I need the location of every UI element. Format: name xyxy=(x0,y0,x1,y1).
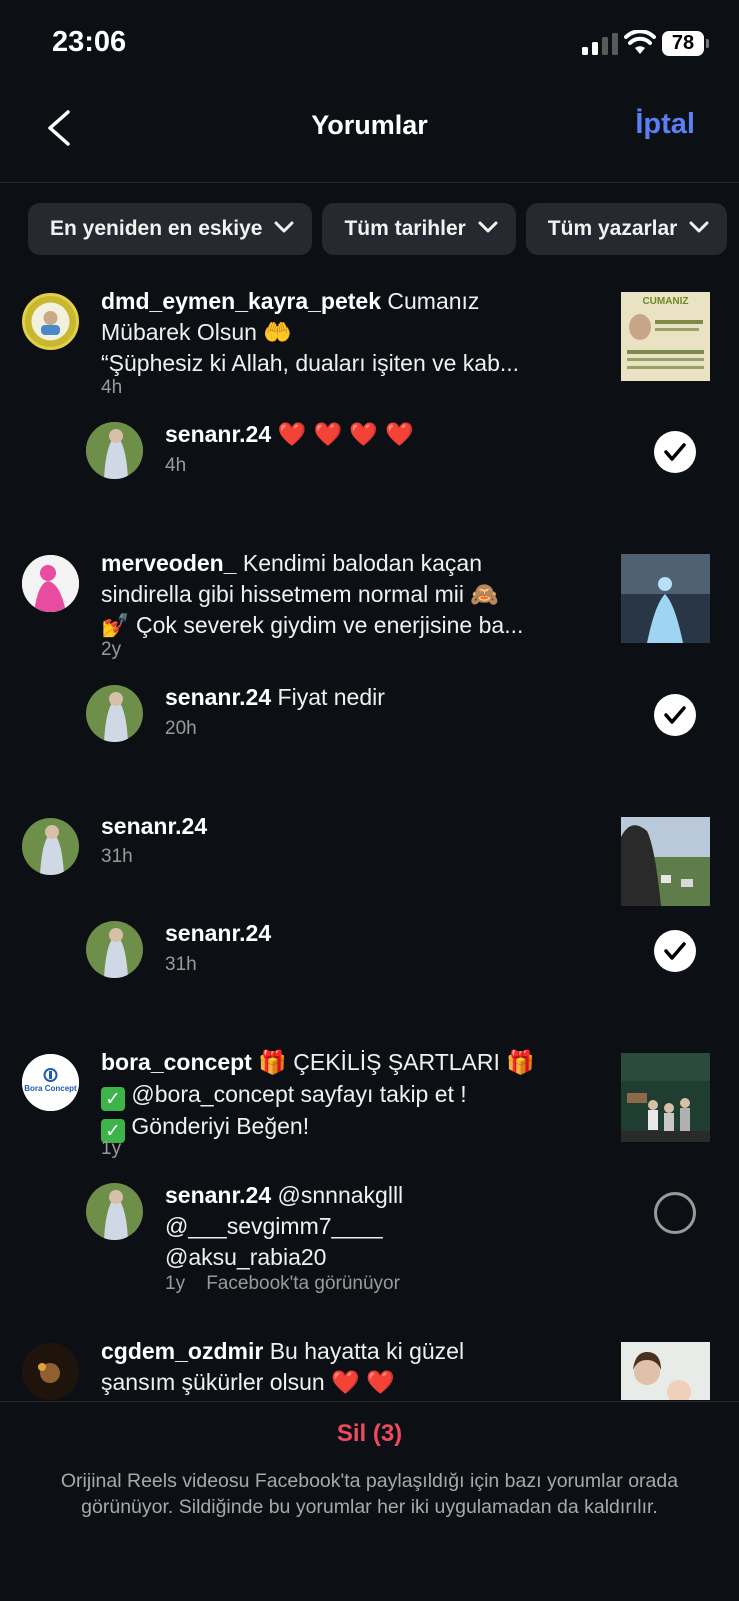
post-thumbnail[interactable] xyxy=(621,1053,710,1142)
reply-username[interactable]: senanr.24 xyxy=(165,1182,271,1208)
comment-text: cgdem_ozdmir Bu hayatta ki güzel şansım … xyxy=(101,1338,465,1395)
selected-checkbox[interactable] xyxy=(654,694,696,736)
reply-time: 4h xyxy=(165,455,187,476)
battery-icon: 78 xyxy=(662,31,710,56)
reply-time: 31h xyxy=(165,954,197,975)
footer-note: Orijinal Reels videosu Facebook'ta payla… xyxy=(60,1470,679,1518)
reply-username[interactable]: senanr.24 xyxy=(165,421,271,447)
date-filter-chip[interactable]: Tüm tarihler xyxy=(322,203,516,255)
comment-time: 2y xyxy=(101,639,122,660)
signal-icon xyxy=(582,33,618,55)
comment-text: merveoden_ Kendimi balodan kaçan sindire… xyxy=(101,550,524,638)
comment-time: 4h xyxy=(101,377,123,398)
page-title: Yorumlar xyxy=(311,110,428,140)
avatar[interactable] xyxy=(22,293,79,350)
bottom-action-bar: Sil (3) Orijinal Reels videosu Facebook'… xyxy=(0,1401,739,1601)
reply-text: senanr.24 ❤️ ❤️ ❤️ ❤️ xyxy=(165,421,415,448)
reply-time: 20h xyxy=(165,718,197,739)
comment-username[interactable]: cgdem_ozdmir xyxy=(101,1338,263,1364)
post-thumbnail[interactable] xyxy=(621,817,710,906)
battery-level: 78 xyxy=(662,31,704,56)
status-time: 23:06 xyxy=(52,26,127,58)
comment-time: 31h xyxy=(101,846,133,867)
avatar[interactable] xyxy=(22,555,79,612)
reply-text: senanr.24 @snnnakglll @___sevgimm7____ @… xyxy=(165,1182,404,1270)
avatar[interactable] xyxy=(22,1343,79,1400)
selected-checkbox[interactable] xyxy=(654,431,696,473)
chevron-down-icon xyxy=(274,221,294,233)
author-filter-chip[interactable]: Tüm yazarlar xyxy=(525,203,728,255)
unselected-checkbox[interactable] xyxy=(654,1192,696,1234)
post-thumbnail[interactable] xyxy=(621,1342,710,1400)
comment-text: senanr.24 xyxy=(101,811,581,842)
comment-text: bora_concept 🎁 ÇEKİLİŞ ŞARTLARI 🎁 ✓ @bor… xyxy=(101,1049,535,1143)
comment-text: dmd_eymen_kayra_petek Cumanız Mübarek Ol… xyxy=(101,288,520,376)
wifi-icon xyxy=(624,30,656,54)
avatar-logo-text: Bora Concept xyxy=(24,1084,77,1093)
comment-time: 1y xyxy=(101,1138,122,1159)
status-bar: 23:06 78 xyxy=(0,0,739,90)
comment-username[interactable]: merveoden_ xyxy=(101,550,237,576)
post-thumbnail[interactable]: CUMANIZ xyxy=(621,292,710,381)
delete-button[interactable]: Sil (3) xyxy=(0,1420,739,1448)
chip-label: En yeniden en eskiye xyxy=(50,217,263,240)
post-thumbnail[interactable] xyxy=(621,554,710,643)
reply-text: senanr.24 xyxy=(165,918,625,949)
avatar xyxy=(86,921,143,978)
gift-icon: 🎁 xyxy=(258,1050,287,1076)
avatar xyxy=(86,1183,143,1240)
sort-filter-chip[interactable]: En yeniden en eskiye xyxy=(28,203,313,255)
avatar[interactable]: Bora Concept xyxy=(22,1054,79,1111)
gift-icon: 🎁 xyxy=(506,1050,535,1076)
comment-username[interactable]: senanr.24 xyxy=(101,813,207,839)
reply-username[interactable]: senanr.24 xyxy=(165,684,271,710)
facebook-visibility-note: Facebook'ta görünüyor xyxy=(206,1273,400,1294)
avatar[interactable] xyxy=(22,818,79,875)
filter-bar: En yeniden en eskiye Tüm tarihler Tüm ya… xyxy=(28,203,739,257)
chevron-down-icon xyxy=(478,221,498,233)
chip-label: Tüm tarihler xyxy=(344,217,466,240)
avatar xyxy=(86,422,143,479)
comment-username[interactable]: dmd_eymen_kayra_petek xyxy=(101,288,381,314)
reply-text: senanr.24 Fiyat nedir xyxy=(165,684,385,710)
chevron-down-icon xyxy=(689,221,709,233)
comment-list[interactable]: dmd_eymen_kayra_petek Cumanız Mübarek Ol… xyxy=(0,285,739,1400)
selected-checkbox[interactable] xyxy=(654,930,696,972)
reply-time: 1y Facebook'ta görünüyor xyxy=(165,1273,400,1294)
reply-username[interactable]: senanr.24 xyxy=(165,920,271,946)
cancel-button[interactable]: İptal xyxy=(635,108,695,141)
comment-username[interactable]: bora_concept xyxy=(101,1049,252,1075)
avatar xyxy=(86,685,143,742)
check-mark-icon: ✓ xyxy=(101,1087,125,1111)
chip-label: Tüm yazarlar xyxy=(547,217,678,240)
header: Yorumlar İptal xyxy=(0,90,739,183)
